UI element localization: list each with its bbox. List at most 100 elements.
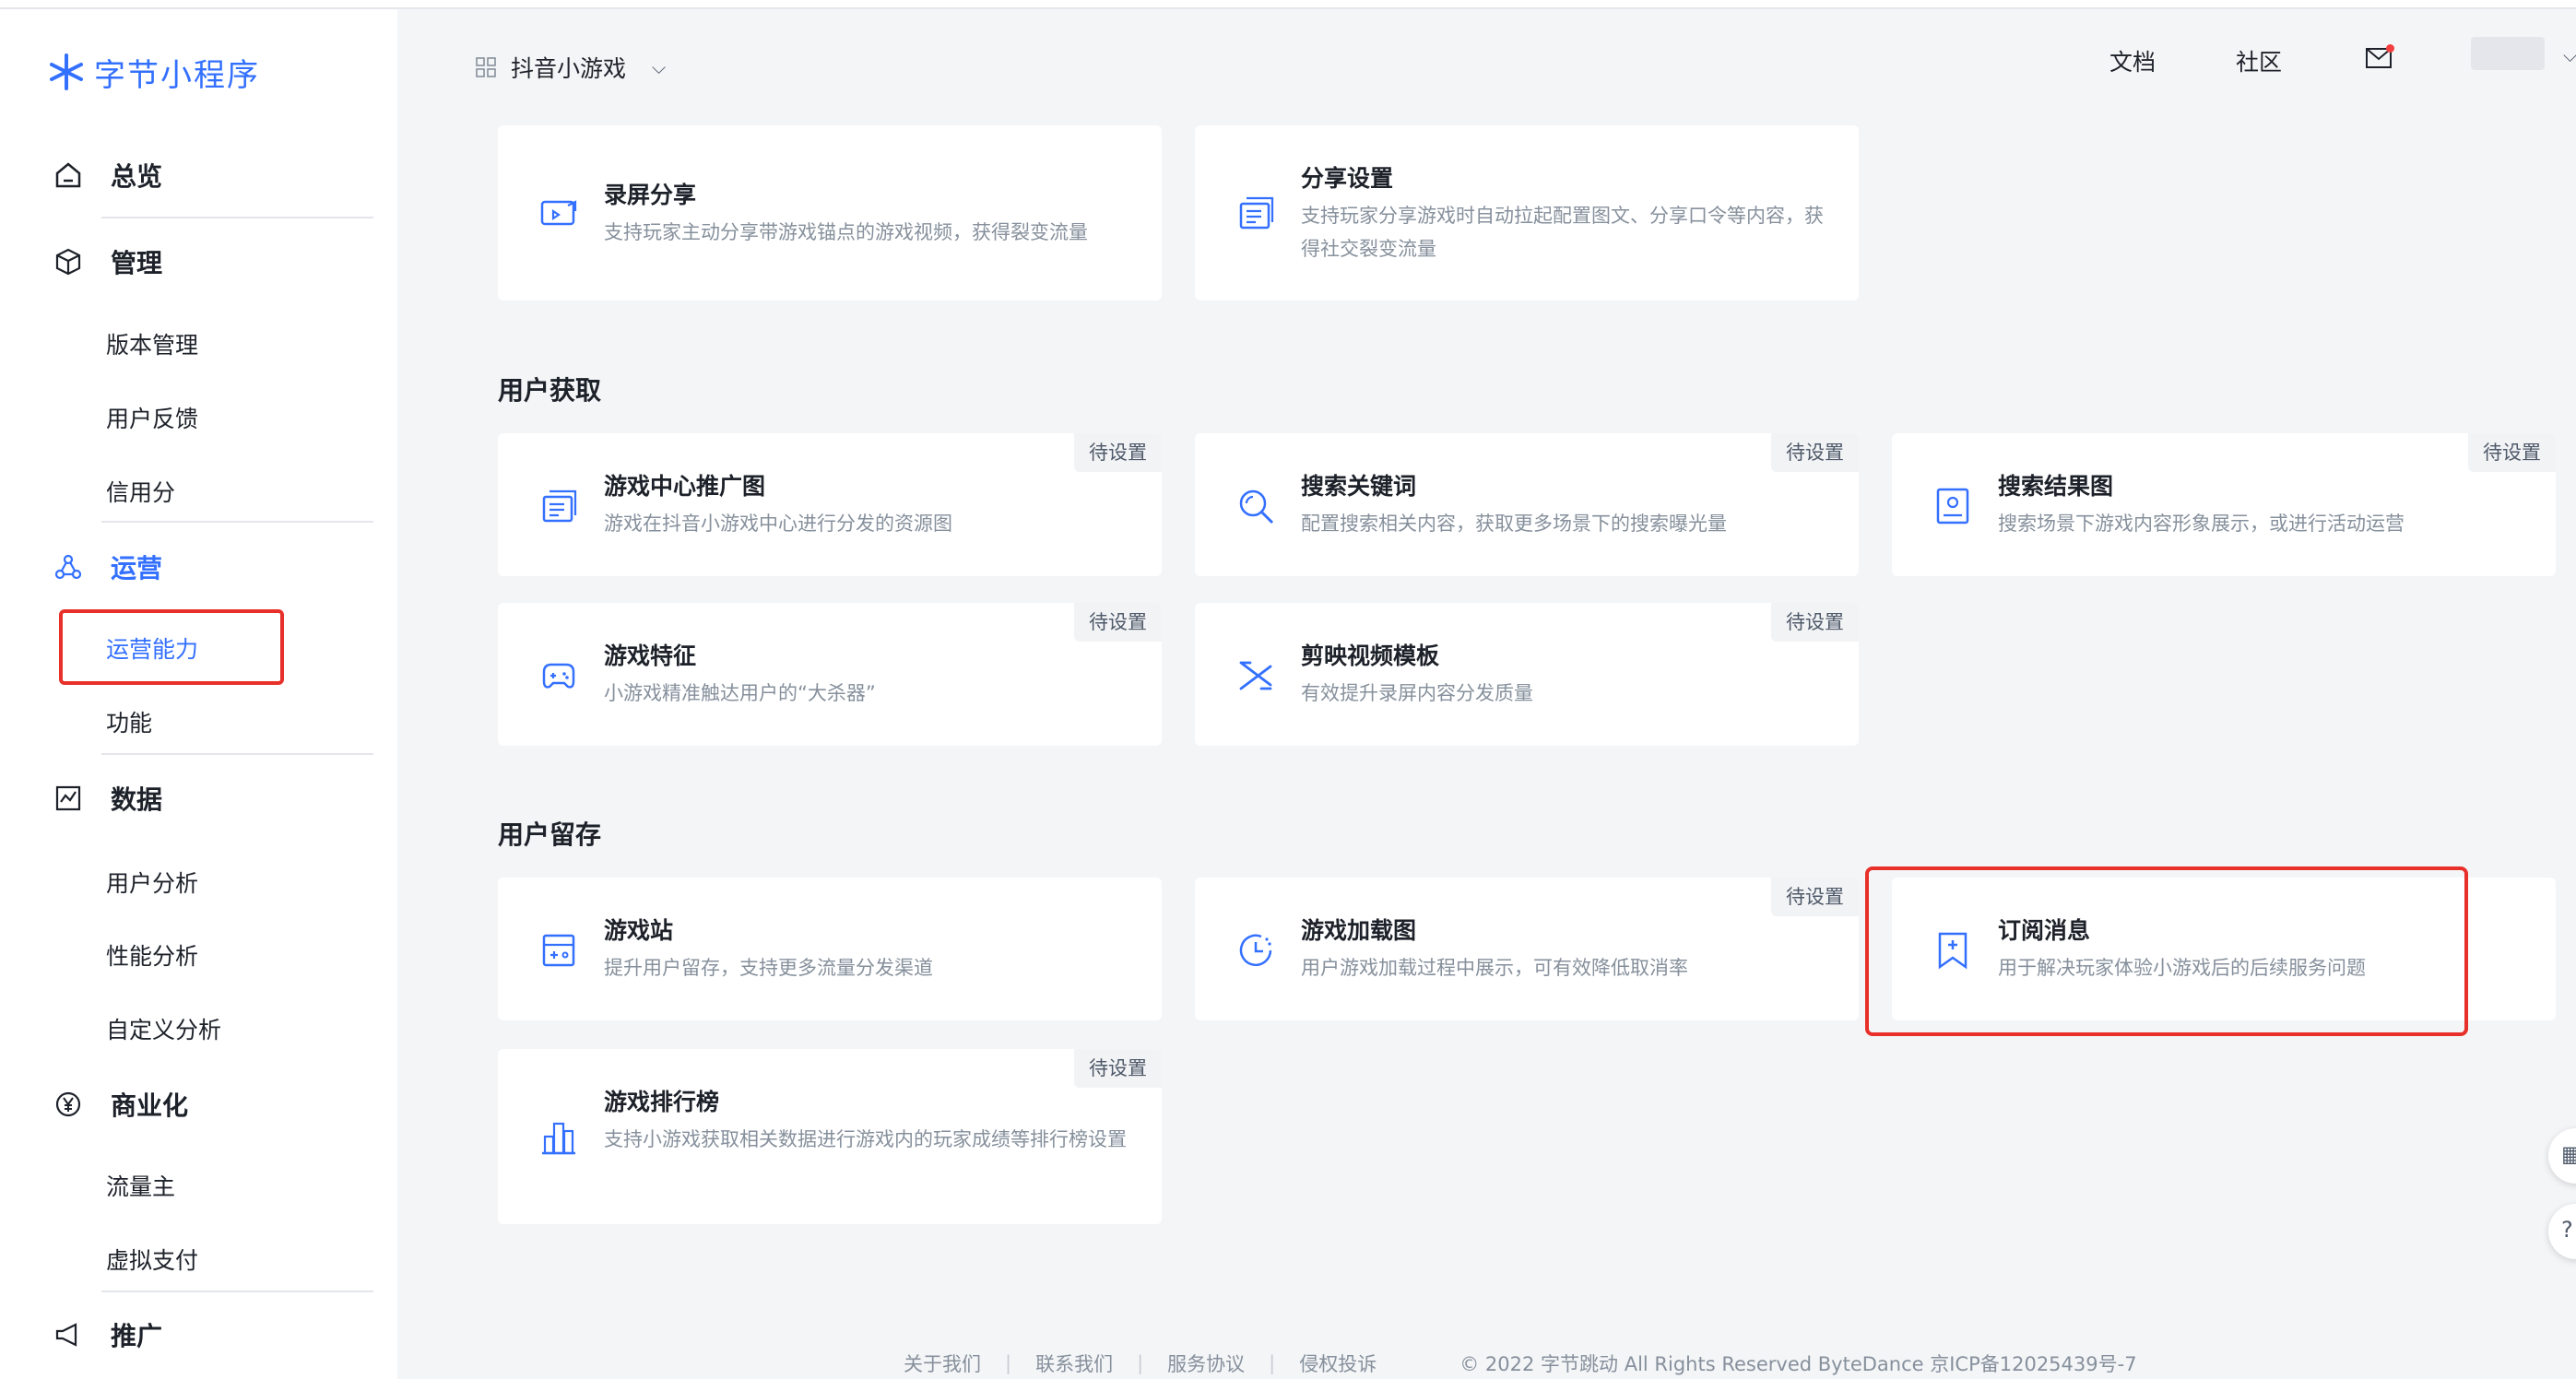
sidebar-promote-label: 推广 bbox=[111, 1321, 163, 1351]
top-border bbox=[0, 0, 2576, 9]
grid-icon bbox=[476, 57, 496, 77]
card-search-result-image[interactable]: 搜索结果图 搜索场景下游戏内容形象展示，或进行活动运营 待设置 bbox=[1892, 433, 2556, 576]
sidebar-group-operation[interactable]: 运营 bbox=[53, 548, 162, 585]
search-result-icon bbox=[1931, 484, 1975, 528]
floating-help-button[interactable]: ? bbox=[2548, 1204, 2576, 1259]
video-share-icon bbox=[537, 191, 581, 235]
card-desc: 提升用户留存，支持更多流量分发渠道 bbox=[604, 957, 933, 979]
status-badge: 待设置 bbox=[1074, 603, 1162, 642]
sidebar-group-data[interactable]: 数据 bbox=[53, 780, 162, 817]
card-game-features[interactable]: 游戏特征 小游戏精准触达用户的“大杀器” 待设置 bbox=[498, 603, 1162, 746]
sidebar-item-overview[interactable]: 总览 bbox=[53, 157, 162, 194]
footer-copyright: © 2022 字节跳动 All Rights Reserved ByteDanc… bbox=[1459, 1353, 2137, 1375]
sidebar-item-version[interactable]: 版本管理 bbox=[106, 327, 198, 360]
card-desc: 配置搜索相关内容，获取更多场景下的搜索曝光量 bbox=[1301, 513, 1727, 535]
card-title: 录屏分享 bbox=[604, 182, 697, 208]
leaderboard-icon bbox=[537, 1114, 581, 1159]
share-settings-icon bbox=[1234, 191, 1278, 235]
sidebar-overview-label: 总览 bbox=[111, 161, 163, 192]
sidebar-group-manage[interactable]: 管理 bbox=[53, 243, 162, 280]
sidebar-item-features[interactable]: 功能 bbox=[106, 705, 152, 738]
docs-link[interactable]: 文档 bbox=[2109, 44, 2156, 77]
footer-link-terms[interactable]: 服务协议 bbox=[1167, 1350, 1245, 1377]
sidebar-item-feedback[interactable]: 用户反馈 bbox=[106, 401, 198, 434]
divider bbox=[101, 521, 373, 523]
card-desc: 有效提升录屏内容分发质量 bbox=[1301, 682, 1533, 704]
card-desc: 小游戏精准触达用户的“大杀器” bbox=[604, 682, 876, 704]
card-title: 游戏特征 bbox=[604, 642, 697, 669]
card-capcut-template[interactable]: 剪映视频模板 有效提升录屏内容分发质量 待设置 bbox=[1195, 603, 1859, 746]
card-game-station[interactable]: 游戏站 提升用户留存，支持更多流量分发渠道 bbox=[498, 878, 1162, 1020]
status-badge: 待设置 bbox=[1771, 433, 1859, 472]
footer: 关于我们 | 联系我们 | 服务协议 | 侵权投诉 © 2022 字节跳动 Al… bbox=[904, 1350, 2137, 1377]
highlight-box-subscribe bbox=[1865, 866, 2468, 1036]
card-title: 游戏中心推广图 bbox=[604, 473, 766, 500]
sidebar: 字节小程序 总览 管理 版本管理 用户反馈 信用分 运营 运营能力 功能 数据 … bbox=[0, 9, 397, 1379]
chevron-down-icon[interactable]: ⌵ bbox=[2563, 44, 2576, 66]
status-badge: 待设置 bbox=[1771, 878, 1859, 916]
card-screen-record-share[interactable]: 录屏分享 支持玩家主动分享带游戏锚点的游戏视频，获得裂变流量 bbox=[498, 125, 1162, 301]
card-title: 搜索结果图 bbox=[1998, 473, 2114, 500]
card-desc: 搜索场景下游戏内容形象展示，或进行活动运营 bbox=[1998, 513, 2405, 535]
highlight-box-sidebar bbox=[59, 609, 284, 685]
notification-dot bbox=[2386, 44, 2394, 53]
status-badge: 待设置 bbox=[1771, 603, 1859, 642]
divider bbox=[101, 217, 373, 218]
status-badge: 待设置 bbox=[1074, 1049, 1162, 1088]
card-desc: 支持小游戏获取相关数据进行游戏内的玩家成绩等排行榜设置 bbox=[604, 1128, 1127, 1150]
card-share-settings[interactable]: 分享设置 支持玩家分享游戏时自动拉起配置图文、分享口令等内容，获得社交裂变流量 bbox=[1195, 125, 1859, 301]
grid-icon: ▦ bbox=[2561, 1141, 2576, 1167]
section-title-user-retention: 用户留存 bbox=[498, 819, 602, 850]
card-title: 剪映视频模板 bbox=[1301, 642, 1440, 669]
footer-link-about[interactable]: 关于我们 bbox=[904, 1350, 981, 1377]
sidebar-manage-label: 管理 bbox=[111, 248, 163, 278]
card-loading-image[interactable]: 游戏加载图 用户游戏加载过程中展示，可有效降低取消率 待设置 bbox=[1195, 878, 1859, 1020]
footer-separator: | bbox=[1137, 1352, 1144, 1374]
footer-separator: | bbox=[1269, 1352, 1276, 1374]
floating-grid-button[interactable]: ▦ bbox=[2548, 1128, 2576, 1184]
sidebar-business-label: 商业化 bbox=[111, 1090, 189, 1121]
gamepad-icon bbox=[537, 654, 581, 698]
bytedance-logo-icon bbox=[50, 53, 83, 90]
sidebar-item-traffic-master[interactable]: 流量主 bbox=[106, 1169, 175, 1202]
card-title: 游戏排行榜 bbox=[604, 1089, 720, 1115]
sidebar-group-business[interactable]: 商业化 bbox=[53, 1086, 188, 1123]
card-title: 搜索关键词 bbox=[1301, 473, 1417, 500]
brand-logo[interactable]: 字节小程序 bbox=[46, 44, 260, 100]
sidebar-item-virtual-payment[interactable]: 虚拟支付 bbox=[106, 1243, 198, 1276]
operation-icon bbox=[54, 554, 82, 580]
card-game-center-promo[interactable]: 游戏中心推广图 游戏在抖音小游戏中心进行分发的资源图 待设置 bbox=[498, 433, 1162, 576]
status-badge: 待设置 bbox=[1074, 433, 1162, 472]
status-badge: 待设置 bbox=[2468, 433, 2556, 472]
home-icon bbox=[55, 162, 81, 188]
sidebar-data-label: 数据 bbox=[111, 784, 163, 815]
sidebar-item-performance[interactable]: 性能分析 bbox=[106, 938, 198, 972]
sidebar-item-custom-analysis[interactable]: 自定义分析 bbox=[106, 1012, 221, 1045]
cube-icon bbox=[55, 248, 81, 276]
divider bbox=[101, 1291, 373, 1292]
app-name: 抖音小游戏 bbox=[511, 55, 627, 82]
footer-link-contact[interactable]: 联系我们 bbox=[1035, 1350, 1113, 1377]
sidebar-group-promote[interactable]: 推广 bbox=[53, 1316, 162, 1353]
app-switcher[interactable]: 抖音小游戏 ⌵ bbox=[476, 51, 666, 84]
chevron-down-icon: ⌵ bbox=[652, 56, 667, 78]
card-title: 游戏站 bbox=[604, 917, 674, 944]
search-icon bbox=[1234, 484, 1278, 528]
community-link[interactable]: 社区 bbox=[2236, 44, 2282, 77]
megaphone-icon bbox=[55, 1323, 77, 1347]
footer-link-infringement[interactable]: 侵权投诉 bbox=[1299, 1350, 1377, 1377]
card-search-keywords[interactable]: 搜索关键词 配置搜索相关内容，获取更多场景下的搜索曝光量 待设置 bbox=[1195, 433, 1859, 576]
sidebar-operation-label: 运营 bbox=[111, 553, 163, 583]
card-leaderboard[interactable]: 游戏排行榜 支持小游戏获取相关数据进行游戏内的玩家成绩等排行榜设置 待设置 bbox=[498, 1049, 1162, 1224]
sidebar-item-user-analysis[interactable]: 用户分析 bbox=[106, 866, 198, 899]
sidebar-item-credit[interactable]: 信用分 bbox=[106, 475, 175, 508]
card-desc: 用户游戏加载过程中展示，可有效降低取消率 bbox=[1301, 957, 1688, 979]
card-desc: 支持玩家分享游戏时自动拉起配置图文、分享口令等内容，获得社交裂变流量 bbox=[1301, 205, 1824, 260]
footer-separator: | bbox=[1005, 1352, 1012, 1374]
avatar[interactable] bbox=[2471, 37, 2545, 70]
card-desc: 支持玩家主动分享带游戏锚点的游戏视频，获得裂变流量 bbox=[604, 221, 1088, 243]
chart-icon bbox=[55, 785, 81, 811]
section-title-user-acquisition: 用户获取 bbox=[498, 375, 602, 406]
help-icon: ? bbox=[2561, 1217, 2573, 1243]
capcut-icon bbox=[1234, 654, 1278, 698]
